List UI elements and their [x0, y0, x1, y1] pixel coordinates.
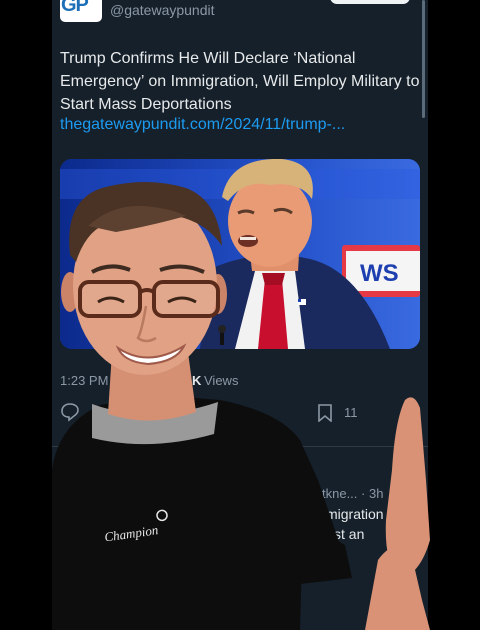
views-label: Views: [204, 373, 239, 388]
tweet-media[interactable]: WS: [60, 159, 420, 349]
author-handle[interactable]: @gatewaypundit: [110, 2, 215, 18]
divider: [52, 446, 428, 447]
bookmark-count: 11: [344, 405, 358, 420]
reply-text-line-2[interactable]: st an: [334, 526, 364, 542]
article-link[interactable]: thegatewaypundit.com/2024/11/trump-...: [60, 116, 345, 134]
tweet-time: 1:23 PM: [60, 373, 109, 388]
reply-icon[interactable]: [60, 402, 80, 422]
tweet-screen: GP @gatewaypundit Trump Confirms He Will…: [52, 0, 428, 630]
reply-meta: tkne... · 3h: [322, 486, 384, 501]
tweet-text: Trump Confirms He Will Declare ‘National…: [60, 50, 420, 113]
gateway-pundit-logo[interactable]: GP: [60, 0, 102, 22]
banner-text: WS: [360, 260, 399, 287]
share-icon[interactable]: [390, 604, 408, 622]
follow-button[interactable]: [330, 0, 410, 4]
views-count: K: [192, 373, 202, 388]
reply-text-line-1[interactable]: migration i: [326, 506, 391, 522]
bookmark-icon[interactable]: [318, 404, 332, 422]
scrollbar[interactable]: [422, 0, 425, 118]
logo-text: GP: [61, 0, 89, 16]
